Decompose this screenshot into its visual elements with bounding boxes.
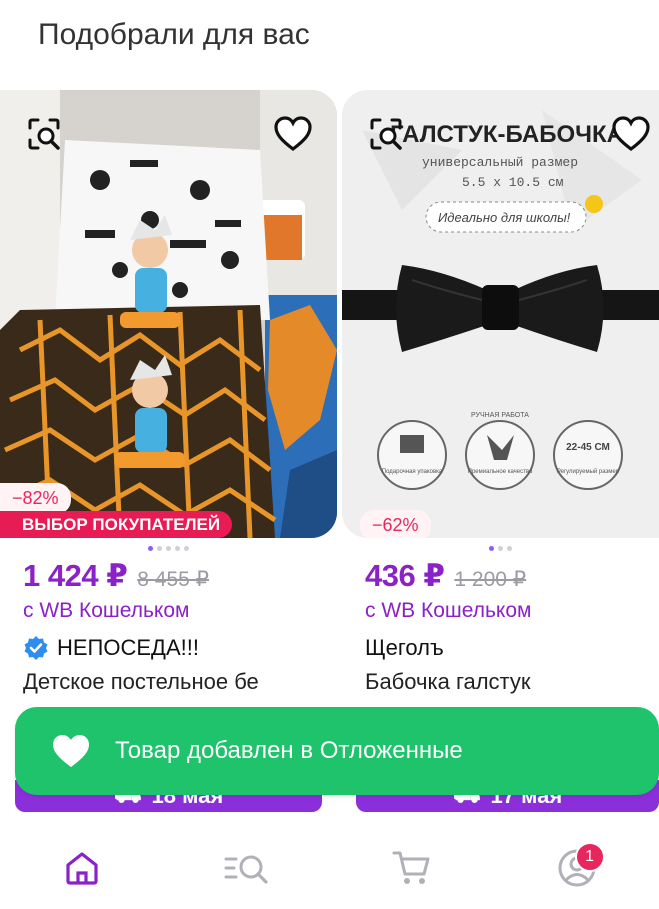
section-title: Подобрали для вас	[38, 18, 310, 51]
old-price: 1 200 ₽	[454, 568, 527, 591]
tab-profile[interactable]: 1	[547, 838, 607, 898]
price-row: 436 ₽ 1 200 ₽	[342, 558, 659, 594]
photo-tag: Идеально для школы!	[438, 210, 571, 225]
toast-message: Товар добавлен в Отложенные	[115, 737, 463, 764]
wallet-label: с WB Кошельком	[365, 599, 532, 622]
photo-feature: Премиальное качество	[468, 469, 533, 475]
catalog-search-icon	[224, 855, 268, 884]
image-search-button[interactable]	[364, 112, 408, 156]
photo-title: ГАЛСТУК-БАБОЧКА	[390, 121, 624, 148]
image-search-icon	[370, 118, 402, 150]
pagination-dot	[166, 546, 171, 551]
toast-notification[interactable]: Товар добавлен в Отложенные	[15, 707, 659, 795]
heart-filled-icon	[53, 735, 89, 767]
notification-badge: 1	[574, 841, 605, 872]
photo-size: 5.5 x 10.5 см	[462, 175, 564, 190]
pagination-dot	[148, 546, 153, 551]
cart-icon	[392, 851, 430, 884]
wallet-label: с WB Кошельком	[23, 599, 190, 622]
heart-icon	[274, 116, 312, 152]
product-card-bow-tie[interactable]: ГАЛСТУК-БАБОЧКА универсальный размер 5.5…	[342, 90, 659, 695]
pagination-dot	[157, 546, 162, 551]
brand-name: НЕПОСЕДА!!!	[57, 635, 199, 660]
discount-badge: −62%	[360, 510, 431, 538]
product-photo[interactable]: −82% ВЫБОР ПОКУПАТЕЛЕЙ	[0, 90, 337, 538]
buyers-choice-badge: ВЫБОР ПОКУПАТЕЛЕЙ	[0, 511, 233, 538]
pagination-dot	[498, 546, 503, 551]
photo-feature: Подарочная упаковка	[382, 469, 443, 475]
pagination-dot	[507, 546, 512, 551]
pagination-dot	[489, 546, 494, 551]
brand-row[interactable]: Щеголъ	[342, 635, 659, 661]
favorite-button[interactable]	[271, 112, 315, 156]
discount-badge: −82%	[0, 483, 71, 514]
product-card-bedding[interactable]: −82% ВЫБОР ПОКУПАТЕЛЕЙ 1 424 ₽ 8 455 ₽ с…	[0, 90, 337, 695]
price: 1 424 ₽	[23, 558, 128, 593]
tab-home[interactable]	[52, 838, 112, 898]
photo-pagination	[0, 546, 337, 552]
product-photo[interactable]: ГАЛСТУК-БАБОЧКА универсальный размер 5.5…	[342, 90, 659, 538]
price-row: 1 424 ₽ 8 455 ₽	[0, 558, 337, 594]
image-search-button[interactable]	[22, 112, 66, 156]
photo-pagination	[342, 546, 659, 552]
photo-feature: Регулируемый размер	[557, 468, 620, 475]
pagination-dot	[175, 546, 180, 551]
heart-icon	[612, 116, 650, 152]
photo-subtitle: универсальный размер	[422, 155, 578, 170]
image-search-icon	[28, 118, 60, 150]
verified-icon	[24, 636, 48, 660]
product-name: Детское постельное бе	[23, 669, 259, 694]
pagination-dot	[184, 546, 189, 551]
photo-range: 22-45 СМ	[566, 442, 610, 453]
bow-tie-image: ГАЛСТУК-БАБОЧКА универсальный размер 5.5…	[342, 90, 659, 538]
bottom-tab-bar: 1	[0, 826, 659, 909]
favorite-button[interactable]	[609, 112, 653, 156]
product-name: Бабочка галстук	[365, 669, 531, 694]
bedding-image	[0, 90, 337, 538]
price: 436 ₽	[365, 558, 445, 593]
brand-row[interactable]: НЕПОСЕДА!!!	[0, 635, 337, 661]
old-price: 8 455 ₽	[137, 568, 210, 591]
tab-catalog[interactable]	[217, 838, 277, 898]
home-icon	[66, 851, 98, 885]
brand-name: Щеголъ	[365, 635, 444, 660]
photo-handmade: РУЧНАЯ РАБОТА	[471, 412, 529, 419]
tab-cart[interactable]	[382, 838, 442, 898]
